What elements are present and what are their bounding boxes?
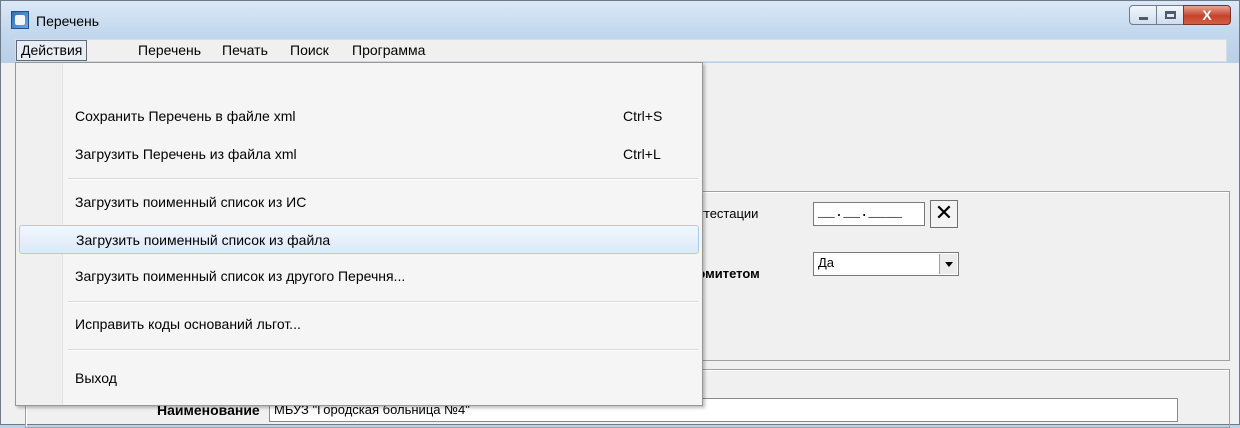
menu-separator [68,349,698,351]
menu-item-save-xml[interactable]: Сохранить Перечень в файле xml Ctrl+S [19,102,699,131]
menu-actions[interactable]: Действия [16,40,88,61]
menu-program[interactable]: Программа [348,40,429,61]
minimize-icon [1139,17,1148,20]
menu-item-label: Загрузить поименный список из файла [76,232,331,248]
minimize-button[interactable] [1129,5,1157,25]
maximize-icon [1165,11,1176,19]
attestation-date-field[interactable]: __.__.____ [813,202,925,226]
menu-separator [68,178,698,180]
menu-print[interactable]: Печать [218,40,272,61]
main-window: Перечень X Действия Перечень Печать Поис… [0,0,1240,428]
menu-list[interactable]: Перечень [134,40,205,61]
menu-item-load-xml[interactable]: Загрузить Перечень из файла xml Ctrl+L [19,140,699,169]
chevron-down-icon[interactable] [939,254,957,274]
menu-search[interactable]: Поиск [286,40,333,61]
menu-item-label: Загрузить поименный список из ИС [75,194,307,210]
menu-item-exit[interactable]: Выход [19,364,699,393]
menu-separator [68,301,698,303]
clear-date-button[interactable]: ✕ [930,200,958,228]
committee-select-value: Да [818,255,835,270]
window-controls: X [1129,5,1231,33]
menu-bar: Действия Перечень Печать Поиск Программа [15,39,1227,62]
maximize-button[interactable] [1156,5,1184,25]
menu-item-shortcut: Ctrl+S [623,108,663,124]
close-button[interactable]: X [1183,5,1231,25]
menu-item-load-list-is[interactable]: Загрузить поименный список из ИС [19,188,699,217]
menu-item-label: Исправить коды оснований льгот... [75,316,301,332]
menu-item-label: Сохранить Перечень в файле xml [75,108,296,124]
menu-item-shortcut: Ctrl+L [623,146,661,162]
menu-item-label: Загрузить поименный список из другого Пе… [75,268,406,284]
actions-dropdown-menu: Сохранить Перечень в файле xml Ctrl+S За… [15,62,703,406]
menu-item-load-list-file[interactable]: Загрузить поименный список из файла [19,225,699,254]
committee-select[interactable]: Да [813,252,959,276]
menu-item-fix-codes[interactable]: Исправить коды оснований льгот... [19,310,699,339]
window-title: Перечень [36,13,100,29]
menu-item-label: Выход [75,370,117,386]
menu-item-load-list-other[interactable]: Загрузить поименный список из другого Пе… [19,262,699,291]
menu-item-label: Загрузить Перечень из файла xml [75,146,297,162]
close-icon: X [1202,7,1212,23]
app-icon [11,11,29,29]
